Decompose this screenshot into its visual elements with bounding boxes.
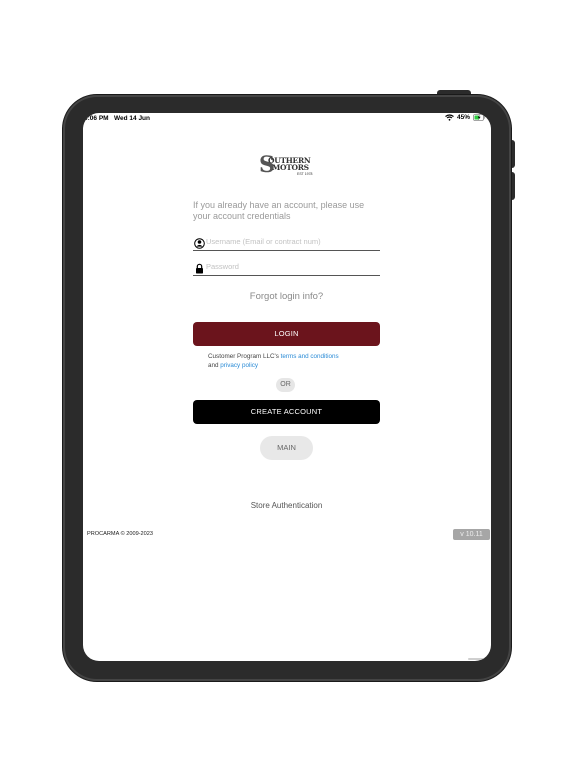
stage: 6:06 PM Wed 14 Jun 45% S OUTHERN MOTORS … bbox=[0, 0, 576, 768]
main-button[interactable]: MAIN bbox=[260, 436, 313, 460]
version-badge: v 10.11 bbox=[453, 529, 490, 540]
status-right: 45% bbox=[445, 114, 485, 121]
terms-prefix: Customer Program LLC's bbox=[208, 353, 281, 360]
username-input[interactable] bbox=[206, 235, 376, 248]
home-indicator bbox=[468, 658, 488, 660]
login-button[interactable]: LOGIN bbox=[193, 322, 380, 346]
create-account-button[interactable]: CREATE ACCOUNT bbox=[193, 400, 380, 424]
app-screen: 6:06 PM Wed 14 Jun 45% S OUTHERN MOTORS … bbox=[83, 113, 491, 661]
password-field bbox=[193, 259, 380, 276]
copyright-text: PROCARMA © 2009-2023 bbox=[87, 531, 153, 537]
intro-text: If you already have an account, please u… bbox=[193, 200, 365, 221]
terms-link[interactable]: terms and conditions bbox=[281, 353, 339, 360]
privacy-link[interactable]: privacy policy bbox=[220, 362, 258, 369]
status-bar: 6:06 PM Wed 14 Jun 45% bbox=[83, 113, 491, 125]
user-icon bbox=[194, 236, 205, 249]
brand-logo: S OUTHERN MOTORS EST 1978 bbox=[259, 154, 315, 178]
status-time: 6:06 PM Wed 14 Jun bbox=[84, 115, 150, 122]
or-divider: OR bbox=[276, 378, 295, 392]
wifi-icon bbox=[445, 114, 454, 121]
logo-est: EST 1978 bbox=[297, 172, 313, 176]
password-input[interactable] bbox=[206, 260, 376, 273]
status-time-text: 6:06 PM bbox=[84, 115, 109, 122]
logo-line-2: MOTORS bbox=[272, 163, 309, 172]
username-field bbox=[193, 234, 380, 251]
battery-charging-icon bbox=[473, 114, 485, 121]
store-authentication-link[interactable]: Store Authentication bbox=[193, 501, 380, 510]
battery-percent: 45% bbox=[456, 114, 470, 121]
lock-icon bbox=[194, 261, 205, 274]
terms-text: Customer Program LLC's terms and conditi… bbox=[208, 353, 378, 370]
status-date-text: Wed 14 Jun bbox=[114, 115, 151, 122]
terms-and: and bbox=[208, 361, 221, 369]
forgot-login-link[interactable]: Forgot login info? bbox=[193, 291, 380, 302]
